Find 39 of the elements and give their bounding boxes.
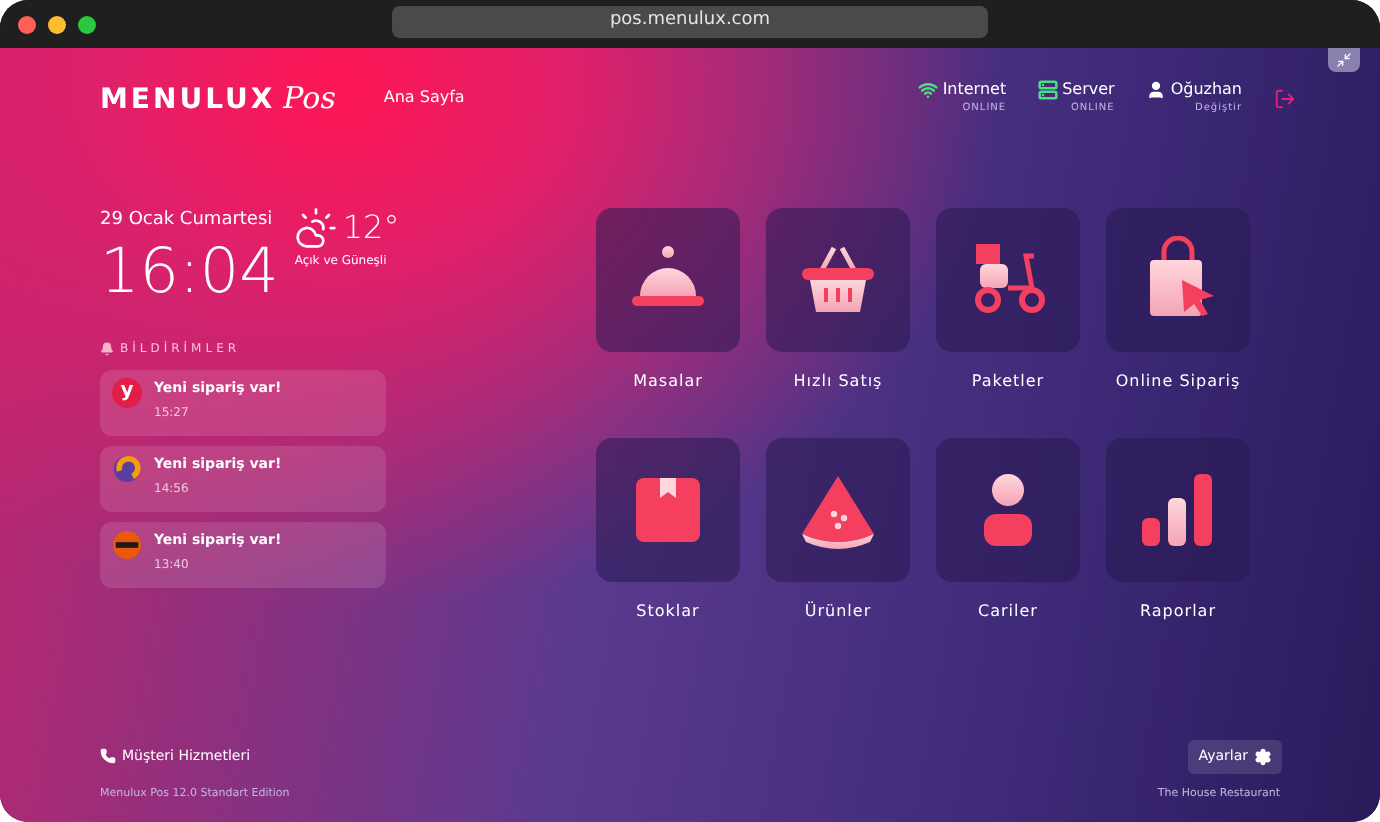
bell-icon [100, 341, 114, 355]
fullscreen-button[interactable] [1328, 48, 1360, 72]
tile-label: Paketler [971, 370, 1045, 394]
close-window-button[interactable] [18, 15, 36, 33]
user-icon [1146, 80, 1167, 101]
tile-label: Cariler [978, 600, 1038, 624]
wifi-icon [918, 80, 939, 101]
status-label: Oğuzhan [1170, 78, 1242, 102]
tile-label: Masalar [633, 370, 703, 394]
minimize-window-button[interactable] [48, 15, 66, 33]
address-bar[interactable]: pos.menulux.com [392, 6, 988, 38]
collapse-icon [1336, 52, 1352, 68]
menu-tile[interactable] [1106, 438, 1250, 582]
app-logo: MENULUX Pos [100, 77, 336, 119]
menu-tile[interactable] [766, 208, 910, 352]
tile-label: Online Sipariş [1115, 370, 1241, 394]
menu-tile[interactable] [766, 438, 910, 582]
brand-logo: y [112, 377, 142, 407]
temperature-text: 12° [342, 206, 400, 250]
tile-label: Raporlar [1140, 600, 1216, 624]
logout-icon[interactable] [1274, 87, 1296, 109]
menu-tile[interactable] [936, 438, 1080, 582]
partly-sunny-icon [294, 206, 339, 250]
menu-tile[interactable] [596, 208, 740, 352]
tile-label: Hızlı Satış [793, 370, 883, 394]
phone-icon [100, 748, 116, 765]
status-label: Internet [942, 78, 1007, 102]
date-text: 29 Ocak Cumartesi [100, 208, 275, 234]
tile-label: Ürünler [804, 599, 872, 624]
server-icon [1038, 80, 1059, 101]
settings-icon [1254, 747, 1272, 766]
menu-tile[interactable] [596, 438, 740, 582]
maximize-window-button[interactable] [78, 15, 96, 33]
menu-tile[interactable] [936, 208, 1080, 352]
tile-label: Stoklar [636, 600, 700, 624]
clock-time: 16:04 [100, 235, 279, 307]
home-link[interactable]: Ana Sayfa [383, 86, 465, 110]
status-label: Server [1062, 78, 1115, 102]
menu-tile[interactable] [1106, 208, 1250, 352]
